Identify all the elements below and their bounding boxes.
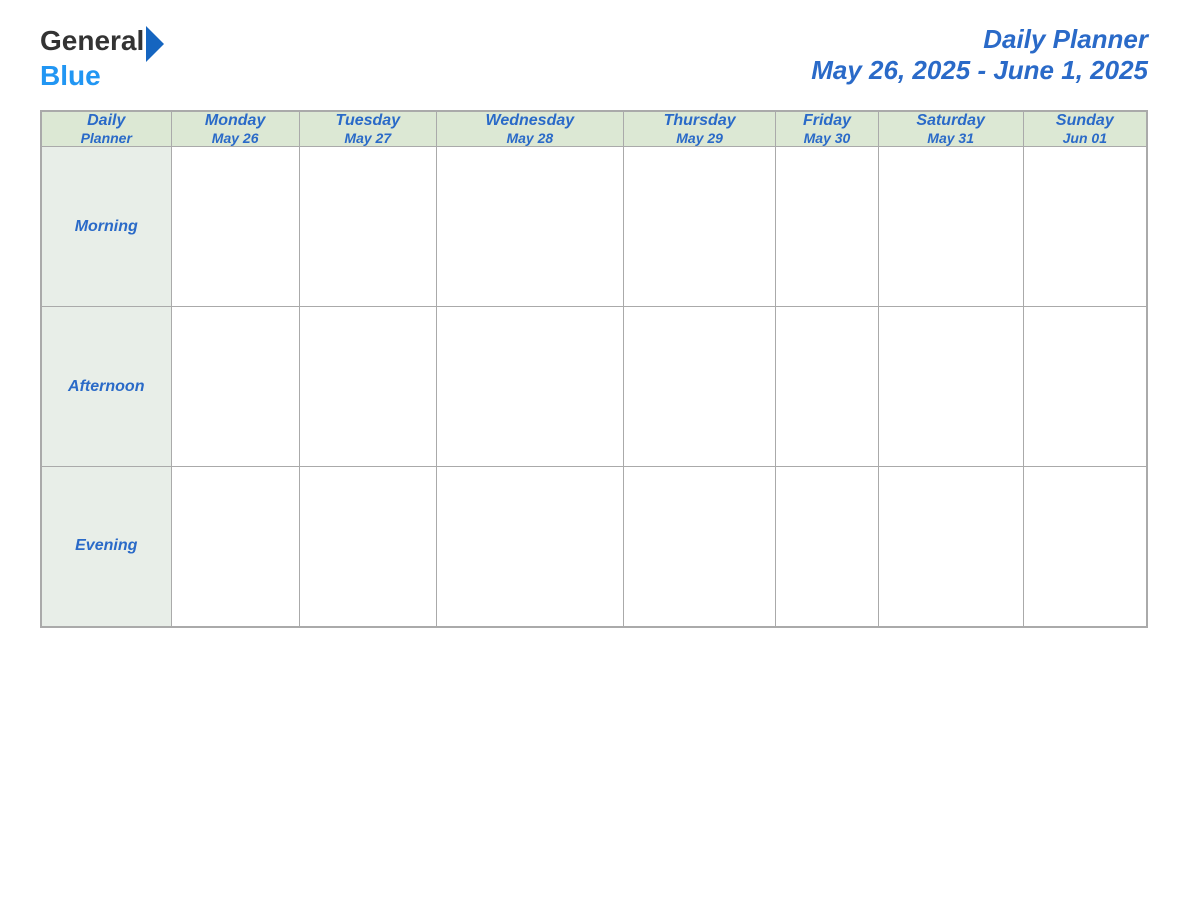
morning-tuesday[interactable] xyxy=(299,147,436,307)
evening-friday[interactable] xyxy=(776,467,878,627)
daily-planner-label-line2: Planner xyxy=(42,130,171,146)
morning-friday[interactable] xyxy=(776,147,878,307)
label-column-header: Daily Planner xyxy=(41,111,171,147)
afternoon-thursday[interactable] xyxy=(623,307,775,467)
afternoon-sunday[interactable] xyxy=(1023,307,1147,467)
evening-monday[interactable] xyxy=(171,467,299,627)
morning-saturday[interactable] xyxy=(878,147,1023,307)
morning-thursday[interactable] xyxy=(623,147,775,307)
logo-general: General xyxy=(40,27,144,55)
daily-planner-label-line1: Daily xyxy=(42,112,171,130)
afternoon-row: Afternoon xyxy=(41,307,1147,467)
morning-row: Morning xyxy=(41,147,1147,307)
afternoon-friday[interactable] xyxy=(776,307,878,467)
evening-sunday[interactable] xyxy=(1023,467,1147,627)
header-wednesday: Wednesday May 28 xyxy=(436,111,623,147)
afternoon-wednesday[interactable] xyxy=(436,307,623,467)
header-saturday: Saturday May 31 xyxy=(878,111,1023,147)
header-sunday: Sunday Jun 01 xyxy=(1023,111,1147,147)
header-tuesday: Tuesday May 27 xyxy=(299,111,436,147)
morning-monday[interactable] xyxy=(171,147,299,307)
logo-text: General Blue xyxy=(40,20,164,90)
afternoon-saturday[interactable] xyxy=(878,307,1023,467)
evening-wednesday[interactable] xyxy=(436,467,623,627)
morning-sunday[interactable] xyxy=(1023,147,1147,307)
header-row: Daily Planner Monday May 26 Tuesday May … xyxy=(41,111,1147,147)
logo: General Blue xyxy=(40,20,164,90)
header-thursday: Thursday May 29 xyxy=(623,111,775,147)
evening-row: Evening xyxy=(41,467,1147,627)
evening-tuesday[interactable] xyxy=(299,467,436,627)
afternoon-tuesday[interactable] xyxy=(299,307,436,467)
planner-table: Daily Planner Monday May 26 Tuesday May … xyxy=(40,110,1148,628)
evening-thursday[interactable] xyxy=(623,467,775,627)
header-monday: Monday May 26 xyxy=(171,111,299,147)
logo-triangle-icon xyxy=(146,26,164,62)
morning-label: Morning xyxy=(41,147,171,307)
morning-wednesday[interactable] xyxy=(436,147,623,307)
afternoon-label: Afternoon xyxy=(41,307,171,467)
header-friday: Friday May 30 xyxy=(776,111,878,147)
date-range: May 26, 2025 - June 1, 2025 xyxy=(811,55,1148,86)
title-block: Daily Planner May 26, 2025 - June 1, 202… xyxy=(811,24,1148,86)
page-title: Daily Planner xyxy=(811,24,1148,55)
afternoon-monday[interactable] xyxy=(171,307,299,467)
evening-label: Evening xyxy=(41,467,171,627)
evening-saturday[interactable] xyxy=(878,467,1023,627)
logo-blue: Blue xyxy=(40,62,164,90)
page-header: General Blue Daily Planner May 26, 2025 … xyxy=(40,20,1148,90)
